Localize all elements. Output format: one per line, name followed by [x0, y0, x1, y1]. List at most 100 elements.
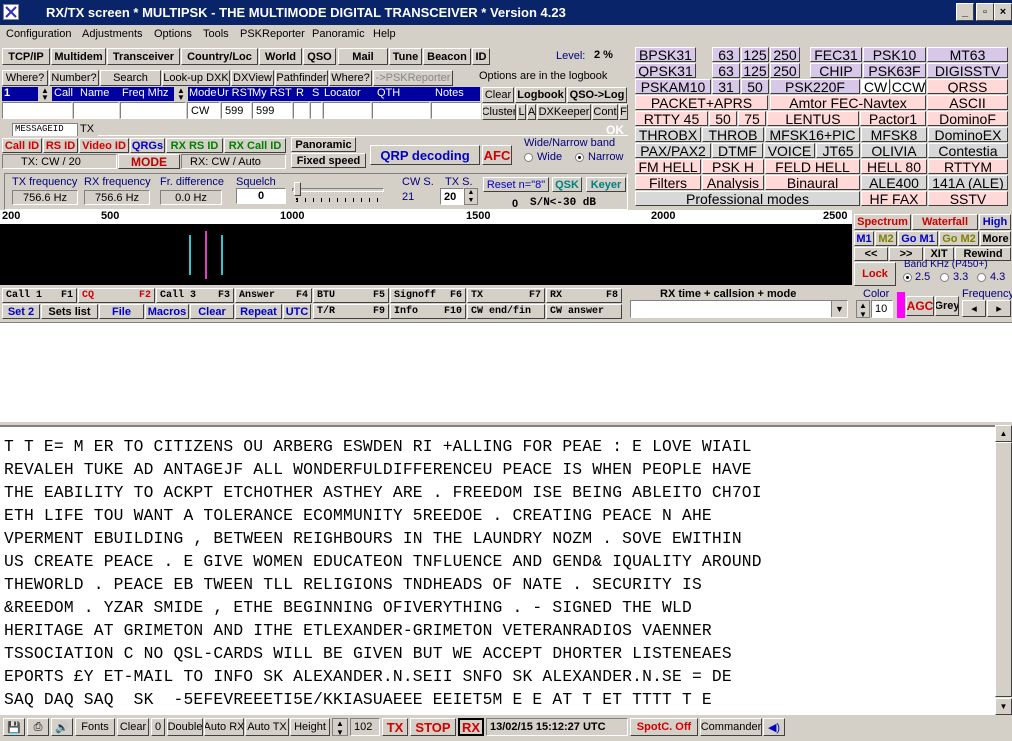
lookup-dxk-button[interactable]: Look-up DXK [162, 70, 230, 86]
a-button[interactable]: A [527, 104, 536, 120]
mode-throb-button[interactable]: THROB [702, 127, 764, 142]
mode-63-button[interactable]: 63 [712, 47, 740, 62]
fkey-3-button[interactable]: Call 3 F3 [156, 288, 234, 303]
log-notes-field[interactable] [431, 102, 481, 119]
stop-button[interactable]: STOP [410, 718, 456, 736]
shift-left-button[interactable]: << [854, 247, 888, 261]
clear-rx-button[interactable]: Clear [117, 718, 149, 736]
mail-button[interactable]: Mail [338, 48, 388, 65]
auto-tx-button[interactable]: Auto TX [245, 718, 289, 736]
mode-hffax-button[interactable]: HF FAX [861, 191, 927, 206]
file-button[interactable]: File [99, 304, 144, 319]
fkey-6-button[interactable]: Signoff F6 [390, 288, 466, 303]
utc-button[interactable]: UTC [283, 304, 311, 319]
sets-list-button[interactable]: Sets list [41, 304, 98, 319]
qrp-decoding-button[interactable]: QRP decoding [370, 145, 480, 165]
mode-dtmf-button[interactable]: DTMF [712, 143, 763, 158]
band-25-radio[interactable] [903, 273, 912, 282]
log-s-field[interactable] [310, 102, 322, 119]
lock-button[interactable]: Lock [854, 262, 896, 286]
auto-rx-button[interactable]: Auto RX [204, 718, 244, 736]
mode-fec31-button[interactable]: FEC31 [810, 47, 862, 62]
mode-feldhell-button[interactable]: FELD HELL [765, 159, 860, 174]
spotc-button[interactable]: SpotC. Off [630, 718, 698, 736]
fkey-7-button[interactable]: TX F7 [467, 288, 545, 303]
mode-button[interactable]: MODE [118, 154, 180, 169]
number-button[interactable]: Number? [49, 70, 99, 86]
mode-dominoex-button[interactable]: DominoEX [928, 127, 1008, 142]
squelch-slider[interactable] [292, 182, 384, 204]
country-loc-button[interactable]: Country/Loc [181, 48, 258, 65]
reset-button[interactable]: Reset n="8" [483, 177, 549, 192]
afc-button[interactable]: AFC [482, 145, 512, 165]
scroll-down-icon[interactable]: ▼ [995, 698, 1012, 715]
keyer-button[interactable]: Keyer [586, 177, 626, 192]
fkey-8-button[interactable]: RX F8 [546, 288, 622, 303]
mode-jt65-button[interactable]: JT65 [816, 143, 860, 158]
go-m1-button[interactable]: Go M1 [898, 231, 938, 246]
waterfall-button[interactable]: Waterfall [912, 214, 978, 230]
tx-frequency-value[interactable]: 756.6 Hz [12, 190, 78, 205]
fkey-1-button[interactable]: Call 1 F1 [2, 288, 77, 303]
scroll-up-icon[interactable]: ▲ [995, 425, 1012, 442]
qsk-button[interactable]: QSK [552, 177, 582, 192]
mode-50-button[interactable]: 50 [741, 79, 769, 94]
txs-value[interactable]: 20 [440, 188, 464, 205]
mode-bpsk31-button[interactable]: BPSK31 [635, 47, 696, 62]
speaker-icon[interactable]: 🔊 [51, 718, 73, 736]
rx-rs-id-button[interactable]: RX RS ID [166, 138, 223, 153]
volume-icon[interactable]: ◀) [763, 718, 785, 736]
high-button[interactable]: High [979, 214, 1011, 230]
transceiver-button[interactable]: Transceiver [107, 48, 180, 65]
multidem-button[interactable]: Multidem [51, 48, 106, 65]
txs-spinner[interactable]: ▲ ▼ [464, 188, 478, 205]
m2-button[interactable]: M2 [875, 231, 897, 246]
mode-paxpax2-button[interactable]: PAX/PAX2 [635, 143, 711, 158]
wide-radio[interactable] [524, 153, 533, 162]
rx-frequency-value[interactable]: 756.6 Hz [84, 190, 150, 205]
pathfinder-button[interactable]: Pathfinder [275, 70, 328, 86]
mode-chip-button[interactable]: CHIP [810, 63, 862, 78]
pskreporter-button[interactable]: ->PSKReporter [373, 70, 453, 86]
mode-250-button[interactable]: 250 [770, 63, 800, 78]
log-my-field[interactable]: 599 [252, 102, 292, 119]
world-button[interactable]: World [259, 48, 302, 65]
mode-pskh-button[interactable]: PSK H [702, 159, 764, 174]
tab-messageid[interactable]: MESSAGEID [12, 123, 78, 136]
mode-psk63f-button[interactable]: PSK63F [863, 63, 926, 78]
mode-digisstv-button[interactable]: DIGISSTV [927, 63, 1008, 78]
close-icon[interactable]: × [994, 3, 1012, 21]
zero-button[interactable]: 0 [151, 718, 165, 736]
qrgs-button[interactable]: QRGs [130, 138, 165, 153]
mode-amtor-button[interactable]: Amtor FEC-Navtex [770, 95, 926, 110]
panoramic-button[interactable]: Panoramic [291, 137, 356, 152]
fkey-9-button[interactable]: T/R F9 [313, 304, 389, 319]
rx-button[interactable]: RX [458, 718, 484, 736]
band-33-radio[interactable] [940, 273, 949, 282]
f-button[interactable]: F [619, 104, 628, 120]
tab-tx[interactable]: TX [80, 123, 98, 136]
menu-panoramic[interactable]: Panoramic [312, 28, 365, 40]
clear-macros-button[interactable]: Clear [190, 304, 234, 319]
menu-tools[interactable]: Tools [203, 28, 229, 40]
m1-button[interactable]: M1 [854, 231, 874, 246]
mode-binaural-button[interactable]: Binaural [765, 175, 860, 190]
mode-psk10-button[interactable]: PSK10 [863, 47, 926, 62]
video-id-button[interactable]: Video ID [79, 138, 129, 153]
double-button[interactable]: Double [167, 718, 203, 736]
mode-dominof-button[interactable]: DominoF [927, 111, 1008, 126]
color-value[interactable]: 10 [871, 300, 893, 318]
menu-pskreporter[interactable]: PSKReporter [240, 28, 305, 40]
print-icon[interactable]: ⎙ [27, 718, 49, 736]
scroll-thumb[interactable] [995, 442, 1012, 697]
mode-mfsk16-button[interactable]: MFSK16+PIC [765, 127, 860, 142]
height-button[interactable]: Height [290, 718, 330, 736]
log-ur-field[interactable]: 599 [221, 102, 251, 119]
mode-throbx-button[interactable]: THROBX [635, 127, 701, 142]
height-value[interactable]: 102 [350, 718, 380, 736]
qso-button[interactable]: QSO [303, 48, 336, 65]
tx-button[interactable]: TX [382, 718, 408, 736]
repeat-button[interactable]: Repeat [235, 304, 282, 319]
fkey-12-button[interactable]: CW answer [546, 304, 622, 319]
mode-75-button[interactable]: 75 [738, 111, 766, 126]
